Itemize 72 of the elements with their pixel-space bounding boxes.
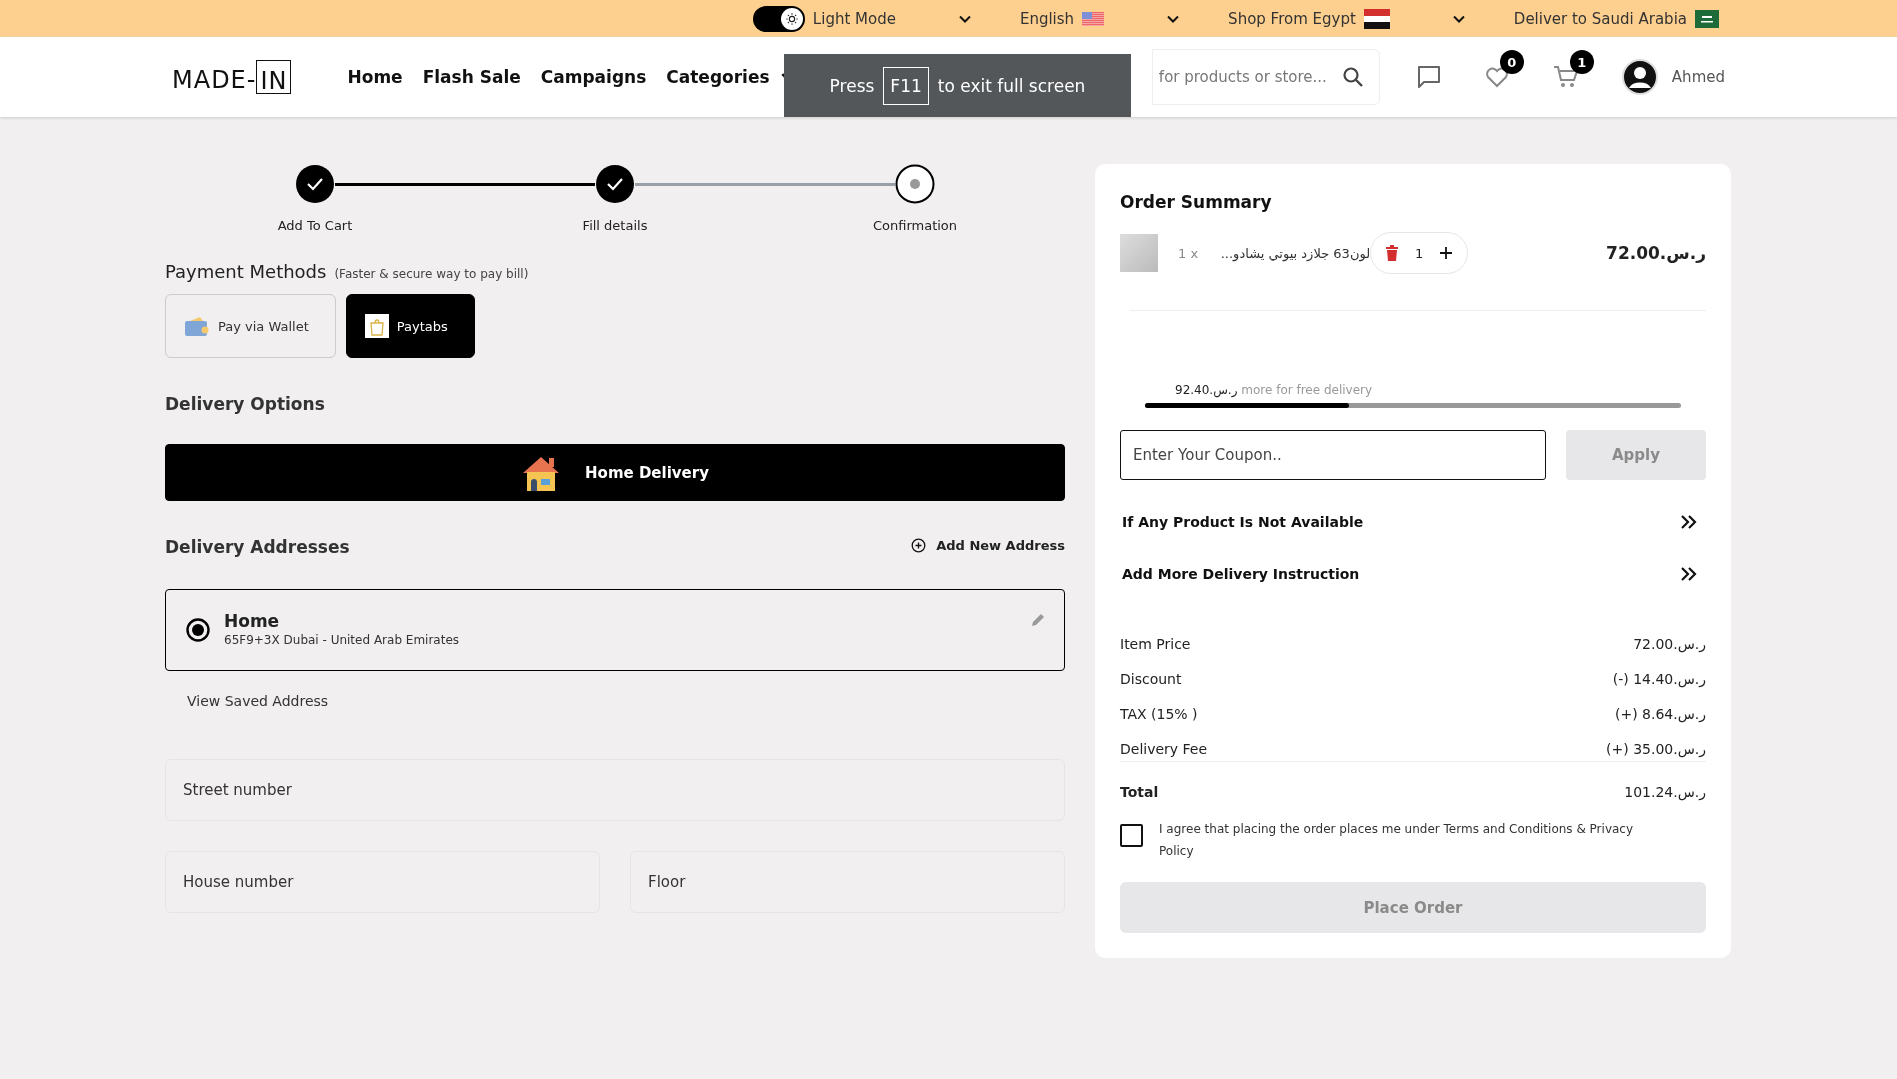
view-saved-address-link[interactable]: View Saved Address <box>187 693 1065 709</box>
logo[interactable]: MADE- IN <box>172 60 292 94</box>
product-photo-placeholder <box>1120 234 1158 272</box>
notice-text: Press <box>829 75 875 96</box>
flag-icon <box>1695 9 1719 28</box>
nav-link[interactable]: Home <box>347 67 403 87</box>
price-line-label: Discount <box>1120 671 1182 687</box>
delivery-option-button[interactable]: Home Delivery <box>165 444 1065 501</box>
price-line-label: Delivery Fee <box>1120 741 1208 757</box>
trash-icon[interactable] <box>1385 245 1400 261</box>
address-card[interactable]: Home 65F9+3X Dubai - United Arab Emirates <box>165 589 1065 671</box>
bag-icon <box>364 314 389 338</box>
plus-icon[interactable] <box>1439 246 1454 260</box>
price-line-value: (+) 8.64.ر.س <box>1614 706 1706 722</box>
payment-method-button[interactable]: Pay via Wallet <box>165 294 336 358</box>
address-input-field[interactable]: Floor <box>630 851 1065 913</box>
theme-label: Light Mode <box>812 9 896 28</box>
radio-button[interactable] <box>186 618 210 642</box>
shop-from-label[interactable]: Shop From Egypt <box>1228 9 1356 28</box>
step-label: Confirmation <box>872 218 958 233</box>
expandable-option[interactable]: If Any Product Is Not Available <box>1122 514 1364 530</box>
price-line-label: TAX (15% ) <box>1120 706 1198 722</box>
theme-toggle[interactable] <box>752 5 805 32</box>
payment-method-button[interactable]: Paytabs <box>345 294 475 358</box>
item-quantity-label: 1 x <box>1178 245 1199 261</box>
address-input-field[interactable]: House number <box>165 851 600 913</box>
address-name: Home <box>224 611 281 631</box>
product-name: لون63 جلازد بيوتي يشادو... <box>1219 245 1371 261</box>
address-input-field[interactable]: Street number <box>165 759 1065 821</box>
flag-icon <box>1082 11 1105 26</box>
deliver-to-label[interactable]: Deliver to Saudi Arabia <box>1513 9 1687 28</box>
price-line-value: (-) 14.40.ر.س <box>1612 671 1706 687</box>
plus-circle-icon[interactable] <box>911 538 927 553</box>
total-label: Total <box>1120 784 1159 800</box>
section-subtitle: (Faster & secure way to pay bill) <box>334 267 529 281</box>
step-label: Add To Cart <box>277 218 353 233</box>
section-title: Delivery Options <box>165 394 326 414</box>
double-chevron-right-icon[interactable] <box>1680 566 1698 582</box>
flag-icon <box>1363 8 1390 29</box>
add-address-link[interactable]: Add New Address <box>936 538 1065 553</box>
agree-checkbox[interactable] <box>1120 824 1143 847</box>
total-value: 101.24.ر.س <box>1624 784 1706 800</box>
item-price: 72.00.ر.س <box>1606 243 1706 263</box>
sun-icon <box>784 11 799 26</box>
search-field[interactable]: for products or store... <box>1151 49 1380 105</box>
chat-icon[interactable] <box>1415 64 1442 90</box>
coupon-input-field[interactable]: Enter Your Coupon.. <box>1120 430 1546 480</box>
nav-link[interactable]: Campaigns <box>540 67 647 87</box>
expandable-option[interactable]: Add More Delivery Instruction <box>1122 566 1360 582</box>
agreement-text: I agree that placing the order places me under Terms and Conditions & Privacy Policy <box>1159 821 1635 860</box>
nav-link[interactable]: Flash Sale <box>422 67 521 87</box>
nav-link[interactable]: Categories <box>666 67 770 87</box>
section-title: Payment Methods <box>165 261 327 282</box>
price-line-value: 72.00.ر.س <box>1633 636 1706 652</box>
address-detail: 65F9+3X Dubai - United Arab Emirates <box>224 633 461 647</box>
section-title: Delivery Addresses <box>165 537 350 557</box>
wishlist-count: 0 <box>1499 50 1524 74</box>
search-icon[interactable] <box>1341 66 1364 88</box>
step-label: Fill details <box>582 218 648 233</box>
wallet-icon <box>184 315 210 337</box>
cart-icon[interactable] <box>1551 64 1580 90</box>
cart-count: 1 <box>1569 50 1594 74</box>
language-label[interactable]: English <box>1019 9 1075 28</box>
notice-text: to exit full screen <box>937 75 1086 96</box>
quantity-value: 1 <box>1415 245 1424 261</box>
price-line-label: Item Price <box>1120 636 1191 652</box>
user-name[interactable]: Ahmed <box>1671 68 1725 86</box>
price-line-value: (+) 35.00.ر.س <box>1606 741 1706 757</box>
key-label: F11 <box>883 66 929 105</box>
panel-title: Order Summary <box>1120 192 1273 212</box>
avatar-icon[interactable] <box>1621 59 1658 95</box>
double-chevron-right-icon[interactable] <box>1680 514 1698 530</box>
